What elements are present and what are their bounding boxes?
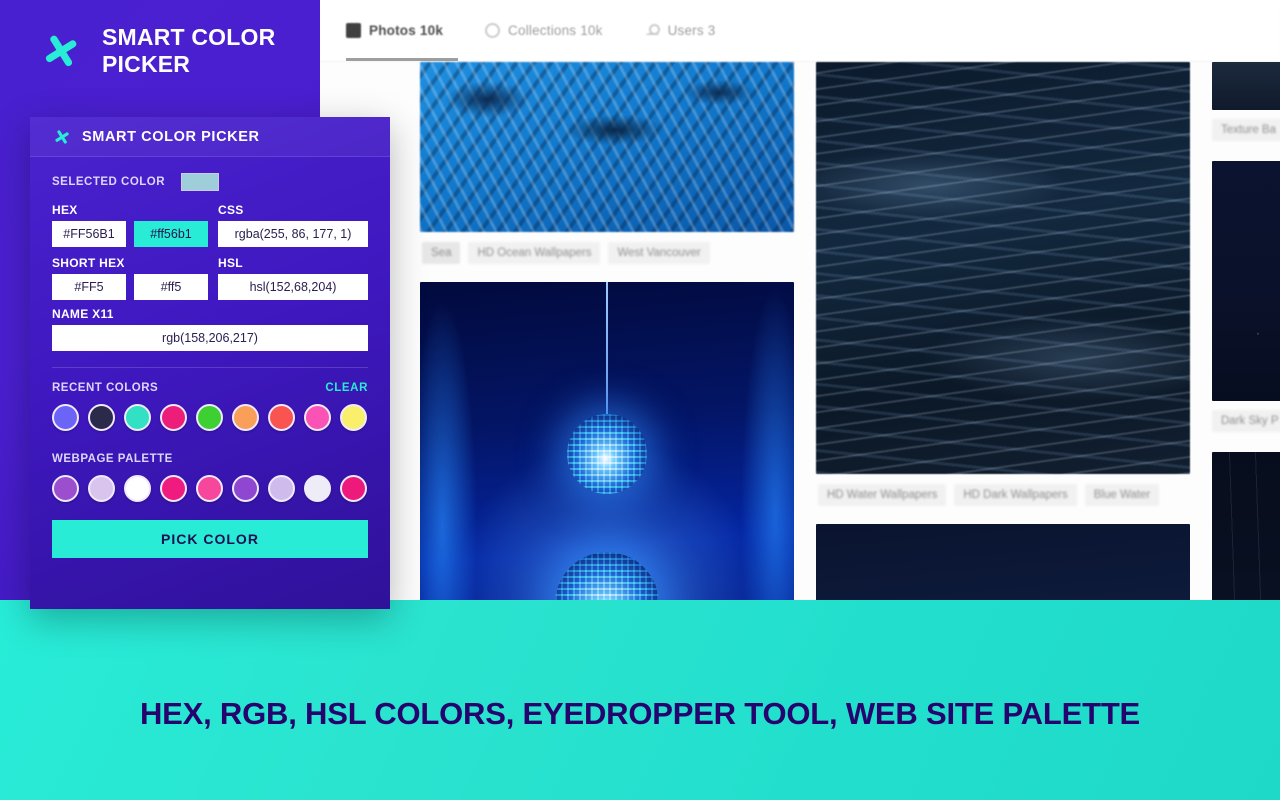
panel-header: SMART COLOR PICKER [30, 117, 390, 157]
photo-icon [346, 23, 361, 38]
user-icon [645, 23, 660, 38]
photo-ocean-bright[interactable] [420, 62, 794, 232]
panel-divider [52, 367, 368, 368]
collections-icon [485, 23, 501, 38]
selected-color-row: SELECTED COLOR [52, 173, 368, 191]
tag-chip[interactable]: Dark Sky P [1212, 410, 1280, 432]
palette-color-swatch[interactable] [52, 475, 79, 502]
tag-chip[interactable]: HD Water Wallpapers [818, 484, 947, 506]
tag-chip[interactable]: Sea [422, 242, 461, 264]
short-hex-group: SHORT HEX #FF5 #ff5 [52, 254, 208, 300]
name-group: NAME X11 rgb(158,206,217) [52, 307, 368, 351]
panel-title: SMART COLOR PICKER [82, 128, 260, 145]
recent-colors-label: RECENT COLORS [52, 382, 159, 394]
hsl-input[interactable]: hsl(152,68,204) [218, 274, 368, 300]
name-input[interactable]: rgb(158,206,217) [52, 325, 368, 351]
browser-tabbar: Photos 10k Collections 10k Users 3 [320, 0, 1280, 62]
tag-chip[interactable]: HD Ocean Wallpapers [468, 242, 601, 264]
photo-card[interactable]: Dark Sky P [1212, 161, 1280, 442]
app-root: Photos 10k Collections 10k Users 3 Sea H… [0, 0, 1280, 800]
tab-photos[interactable]: Photos 10k [346, 23, 443, 38]
browser-screenshot: Photos 10k Collections 10k Users 3 Sea H… [320, 0, 1280, 660]
tab-users[interactable]: Users 3 [645, 23, 716, 38]
pick-color-button[interactable]: PICK COLOR [52, 520, 368, 558]
recent-color-swatch[interactable] [88, 404, 115, 431]
promo-banner: HEX, RGB, HSL COLORS, EYEDROPPER TOOL, W… [0, 600, 1280, 800]
photo-tags: HD Water Wallpapers HD Dark Wallpapers B… [816, 474, 1190, 514]
palette-color-swatch[interactable] [304, 475, 331, 502]
recent-color-swatch[interactable] [52, 404, 79, 431]
tab-photos-label: Photos 10k [369, 23, 444, 38]
photo-column-1: Sea HD Ocean Wallpapers West Vancouver [420, 62, 794, 660]
palette-color-swatch[interactable] [196, 475, 223, 502]
eyedropper-icon [55, 129, 69, 144]
tab-users-label: Users 3 [667, 23, 716, 38]
recent-colors-header: RECENT COLORS CLEAR [52, 382, 368, 394]
photo-card[interactable]: Sea HD Ocean Wallpapers West Vancouver [420, 62, 794, 272]
photo-tags: Sea HD Ocean Wallpapers West Vancouver [420, 232, 794, 272]
color-picker-panel: SMART COLOR PICKER SELECTED COLOR HEX #F… [30, 117, 390, 609]
recent-color-swatch[interactable] [232, 404, 259, 431]
tab-collections[interactable]: Collections 10k [485, 23, 603, 38]
short-hex-upper-input[interactable]: #FF5 [52, 274, 126, 300]
hex-label: HEX [52, 203, 78, 217]
photo-dark-waves[interactable] [816, 62, 1190, 474]
short-hex-lower-input[interactable]: #ff5 [134, 274, 208, 300]
short-hex-inputs: #FF5 #ff5 [52, 274, 208, 300]
recent-color-swatch[interactable] [340, 404, 367, 431]
photo-column-3: Texture Ba Dark Sky P [1212, 62, 1280, 660]
recent-colors-swatches [52, 404, 368, 431]
selected-color-swatch[interactable] [181, 173, 220, 191]
photo-column-2: HD Water Wallpapers HD Dark Wallpapers B… [816, 62, 1190, 660]
brand-lockup: SMART COLOR PICKER [38, 24, 292, 78]
tag-chip[interactable]: West Vancouver [608, 242, 710, 264]
tab-collections-label: Collections 10k [508, 23, 603, 38]
hsl-label: HSL [218, 256, 243, 270]
webpage-palette-label: WEBPAGE PALETTE [52, 453, 173, 465]
hex-css-row: HEX #FF56B1 #ff56b1 CSS rgba(255, 86, 17… [52, 201, 368, 247]
brand-title: SMART COLOR PICKER [102, 24, 276, 78]
shorthex-hsl-row: SHORT HEX #FF5 #ff5 HSL hsl(152,68,204) [52, 254, 368, 300]
hex-group: HEX #FF56B1 #ff56b1 [52, 201, 208, 247]
tag-chip[interactable]: Texture Ba [1212, 119, 1280, 141]
css-group: CSS rgba(255, 86, 177, 1) [218, 201, 368, 247]
hex-inputs: #FF56B1 #ff56b1 [52, 221, 208, 247]
recent-color-swatch[interactable] [124, 404, 151, 431]
short-hex-label: SHORT HEX [52, 256, 125, 270]
tag-chip[interactable]: Blue Water [1084, 484, 1160, 506]
eyedropper-icon [45, 35, 77, 67]
palette-color-swatch[interactable] [340, 475, 367, 502]
photo-card[interactable]: HD Water Wallpapers HD Dark Wallpapers B… [816, 62, 1190, 514]
recent-color-swatch[interactable] [196, 404, 223, 431]
hex-upper-input[interactable]: #FF56B1 [52, 221, 126, 247]
clear-recent-button[interactable]: CLEAR [325, 382, 368, 394]
panel-body: SELECTED COLOR HEX #FF56B1 #ff56b1 CSS r… [30, 157, 390, 558]
webpage-palette-swatches [52, 475, 368, 502]
palette-color-swatch[interactable] [160, 475, 187, 502]
disco-ball-upper [567, 414, 647, 494]
photo-texture-strip[interactable] [1212, 62, 1280, 110]
tag-chip[interactable]: HD Dark Wallpapers [954, 484, 1077, 506]
palette-color-swatch[interactable] [268, 475, 295, 502]
palette-color-swatch[interactable] [232, 475, 259, 502]
promo-banner-text: HEX, RGB, HSL COLORS, EYEDROPPER TOOL, W… [139, 696, 1141, 731]
photo-night-sky[interactable] [1212, 161, 1280, 401]
css-label: CSS [218, 203, 244, 217]
photo-card[interactable]: Texture Ba [1212, 62, 1280, 151]
recent-color-swatch[interactable] [160, 404, 187, 431]
name-label: NAME X11 [52, 307, 114, 321]
css-input[interactable]: rgba(255, 86, 177, 1) [218, 221, 368, 247]
hex-lower-input[interactable]: #ff56b1 [134, 221, 208, 247]
photo-grid: Sea HD Ocean Wallpapers West Vancouver H… [320, 62, 1280, 660]
hsl-group: HSL hsl(152,68,204) [218, 254, 368, 300]
palette-color-swatch[interactable] [124, 475, 151, 502]
active-tab-underline [346, 58, 458, 61]
palette-color-swatch[interactable] [88, 475, 115, 502]
recent-color-swatch[interactable] [304, 404, 331, 431]
selected-color-label: SELECTED COLOR [52, 176, 166, 188]
recent-color-swatch[interactable] [268, 404, 295, 431]
webpage-palette-header: WEBPAGE PALETTE [52, 453, 368, 465]
